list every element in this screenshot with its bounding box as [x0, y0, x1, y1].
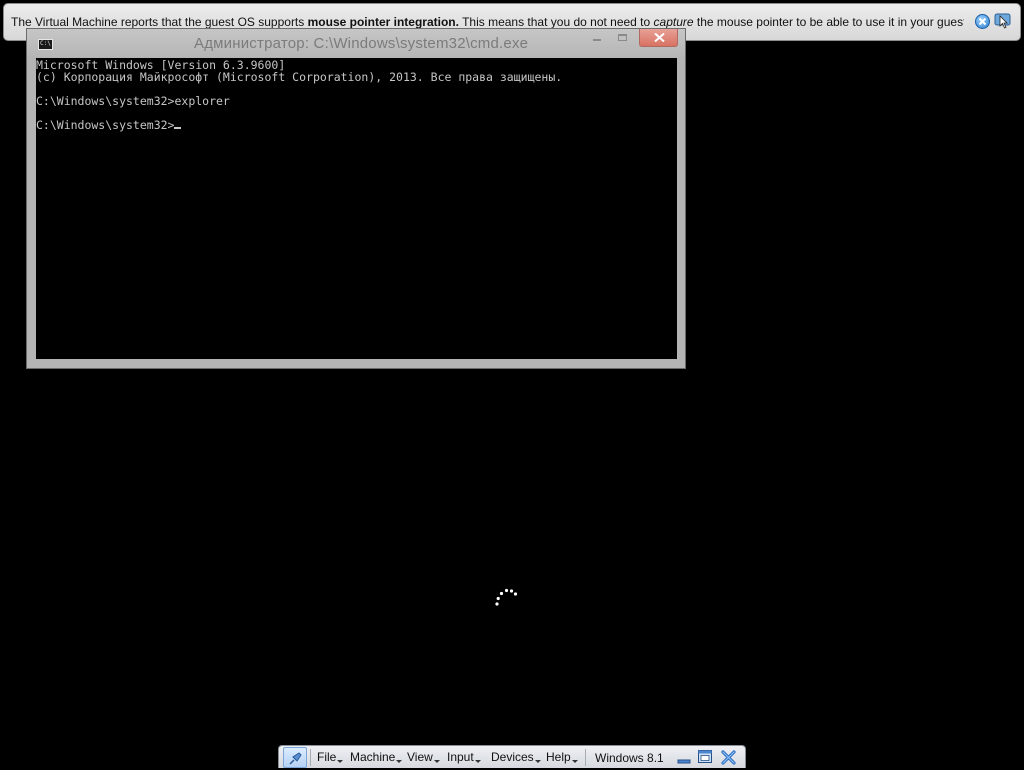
vm-name: Windows 8.1: [595, 751, 664, 765]
chevron-down-icon: [396, 760, 403, 763]
window-title: Администратор: C:\Windows\system32\cmd.e…: [194, 35, 529, 52]
close-circle-icon[interactable]: [975, 14, 990, 29]
toolbar-separator: [310, 749, 311, 766]
toolbar-separator: [585, 749, 586, 766]
menu-machine[interactable]: Machine: [350, 750, 403, 766]
banner-text-italic: capture: [653, 15, 694, 29]
menu-devices-label: Devices: [491, 750, 534, 764]
console-line: (c) Корпорация Майкрософт (Microsoft Cor…: [36, 70, 563, 84]
menu-help-label: Help: [546, 750, 571, 764]
banner-text-bold: mouse pointer integration.: [307, 15, 459, 29]
minimize-window-icon[interactable]: [676, 749, 693, 766]
cmd-window: C:\ Администратор: C:\Windows\system32\c…: [26, 28, 686, 369]
menu-input-label: Input: [447, 750, 474, 764]
menu-help[interactable]: Help: [546, 750, 578, 766]
menu-file-label: File: [317, 750, 337, 764]
cmd-app-icon[interactable]: C:\: [38, 39, 53, 50]
menu-input[interactable]: Input: [447, 750, 481, 766]
chevron-down-icon: [433, 760, 440, 763]
banner-message: The Virtual Machine reports that the gue…: [11, 15, 964, 29]
console-output[interactable]: Microsoft Windows [Version 6.3.9600] (c)…: [36, 58, 677, 359]
window-titlebar[interactable]: C:\ Администратор: C:\Windows\system32\c…: [27, 29, 685, 57]
mouse-integration-icon[interactable]: [994, 12, 1012, 30]
restore-window-icon[interactable]: [697, 749, 714, 766]
close-icon[interactable]: [639, 29, 678, 47]
chevron-down-icon: [337, 760, 344, 763]
close-vm-icon[interactable]: [720, 749, 737, 766]
text-cursor: [174, 127, 182, 129]
chevron-down-icon: [474, 760, 481, 763]
banner-text-1: The Virtual Machine reports that the gue…: [11, 15, 308, 29]
chevron-down-icon: [534, 760, 541, 763]
loading-spinner-icon: [490, 582, 522, 614]
app-icon-text: C:\: [40, 40, 51, 47]
banner-text-2: This means that you do not need to: [458, 15, 654, 29]
pin-icon[interactable]: [283, 747, 307, 768]
maximize-icon[interactable]: [610, 29, 636, 47]
chevron-down-icon: [571, 760, 578, 763]
menu-machine-label: Machine: [350, 750, 396, 764]
vbox-mini-toolbar: File Machine View Input Devices Help Win…: [278, 745, 746, 768]
menu-view[interactable]: View: [407, 750, 440, 766]
console-prompt: C:\Windows\system32>: [36, 118, 175, 132]
console-prompt-line[interactable]: C:\Windows\system32>: [36, 119, 677, 131]
menu-devices[interactable]: Devices: [491, 750, 541, 766]
console-line: C:\Windows\system32>explorer: [36, 94, 230, 108]
minimize-icon[interactable]: [584, 29, 610, 47]
banner-text-3: the mouse pointer to be able to use it i…: [696, 15, 964, 29]
menu-file[interactable]: File: [317, 750, 344, 766]
menu-view-label: View: [407, 750, 433, 764]
